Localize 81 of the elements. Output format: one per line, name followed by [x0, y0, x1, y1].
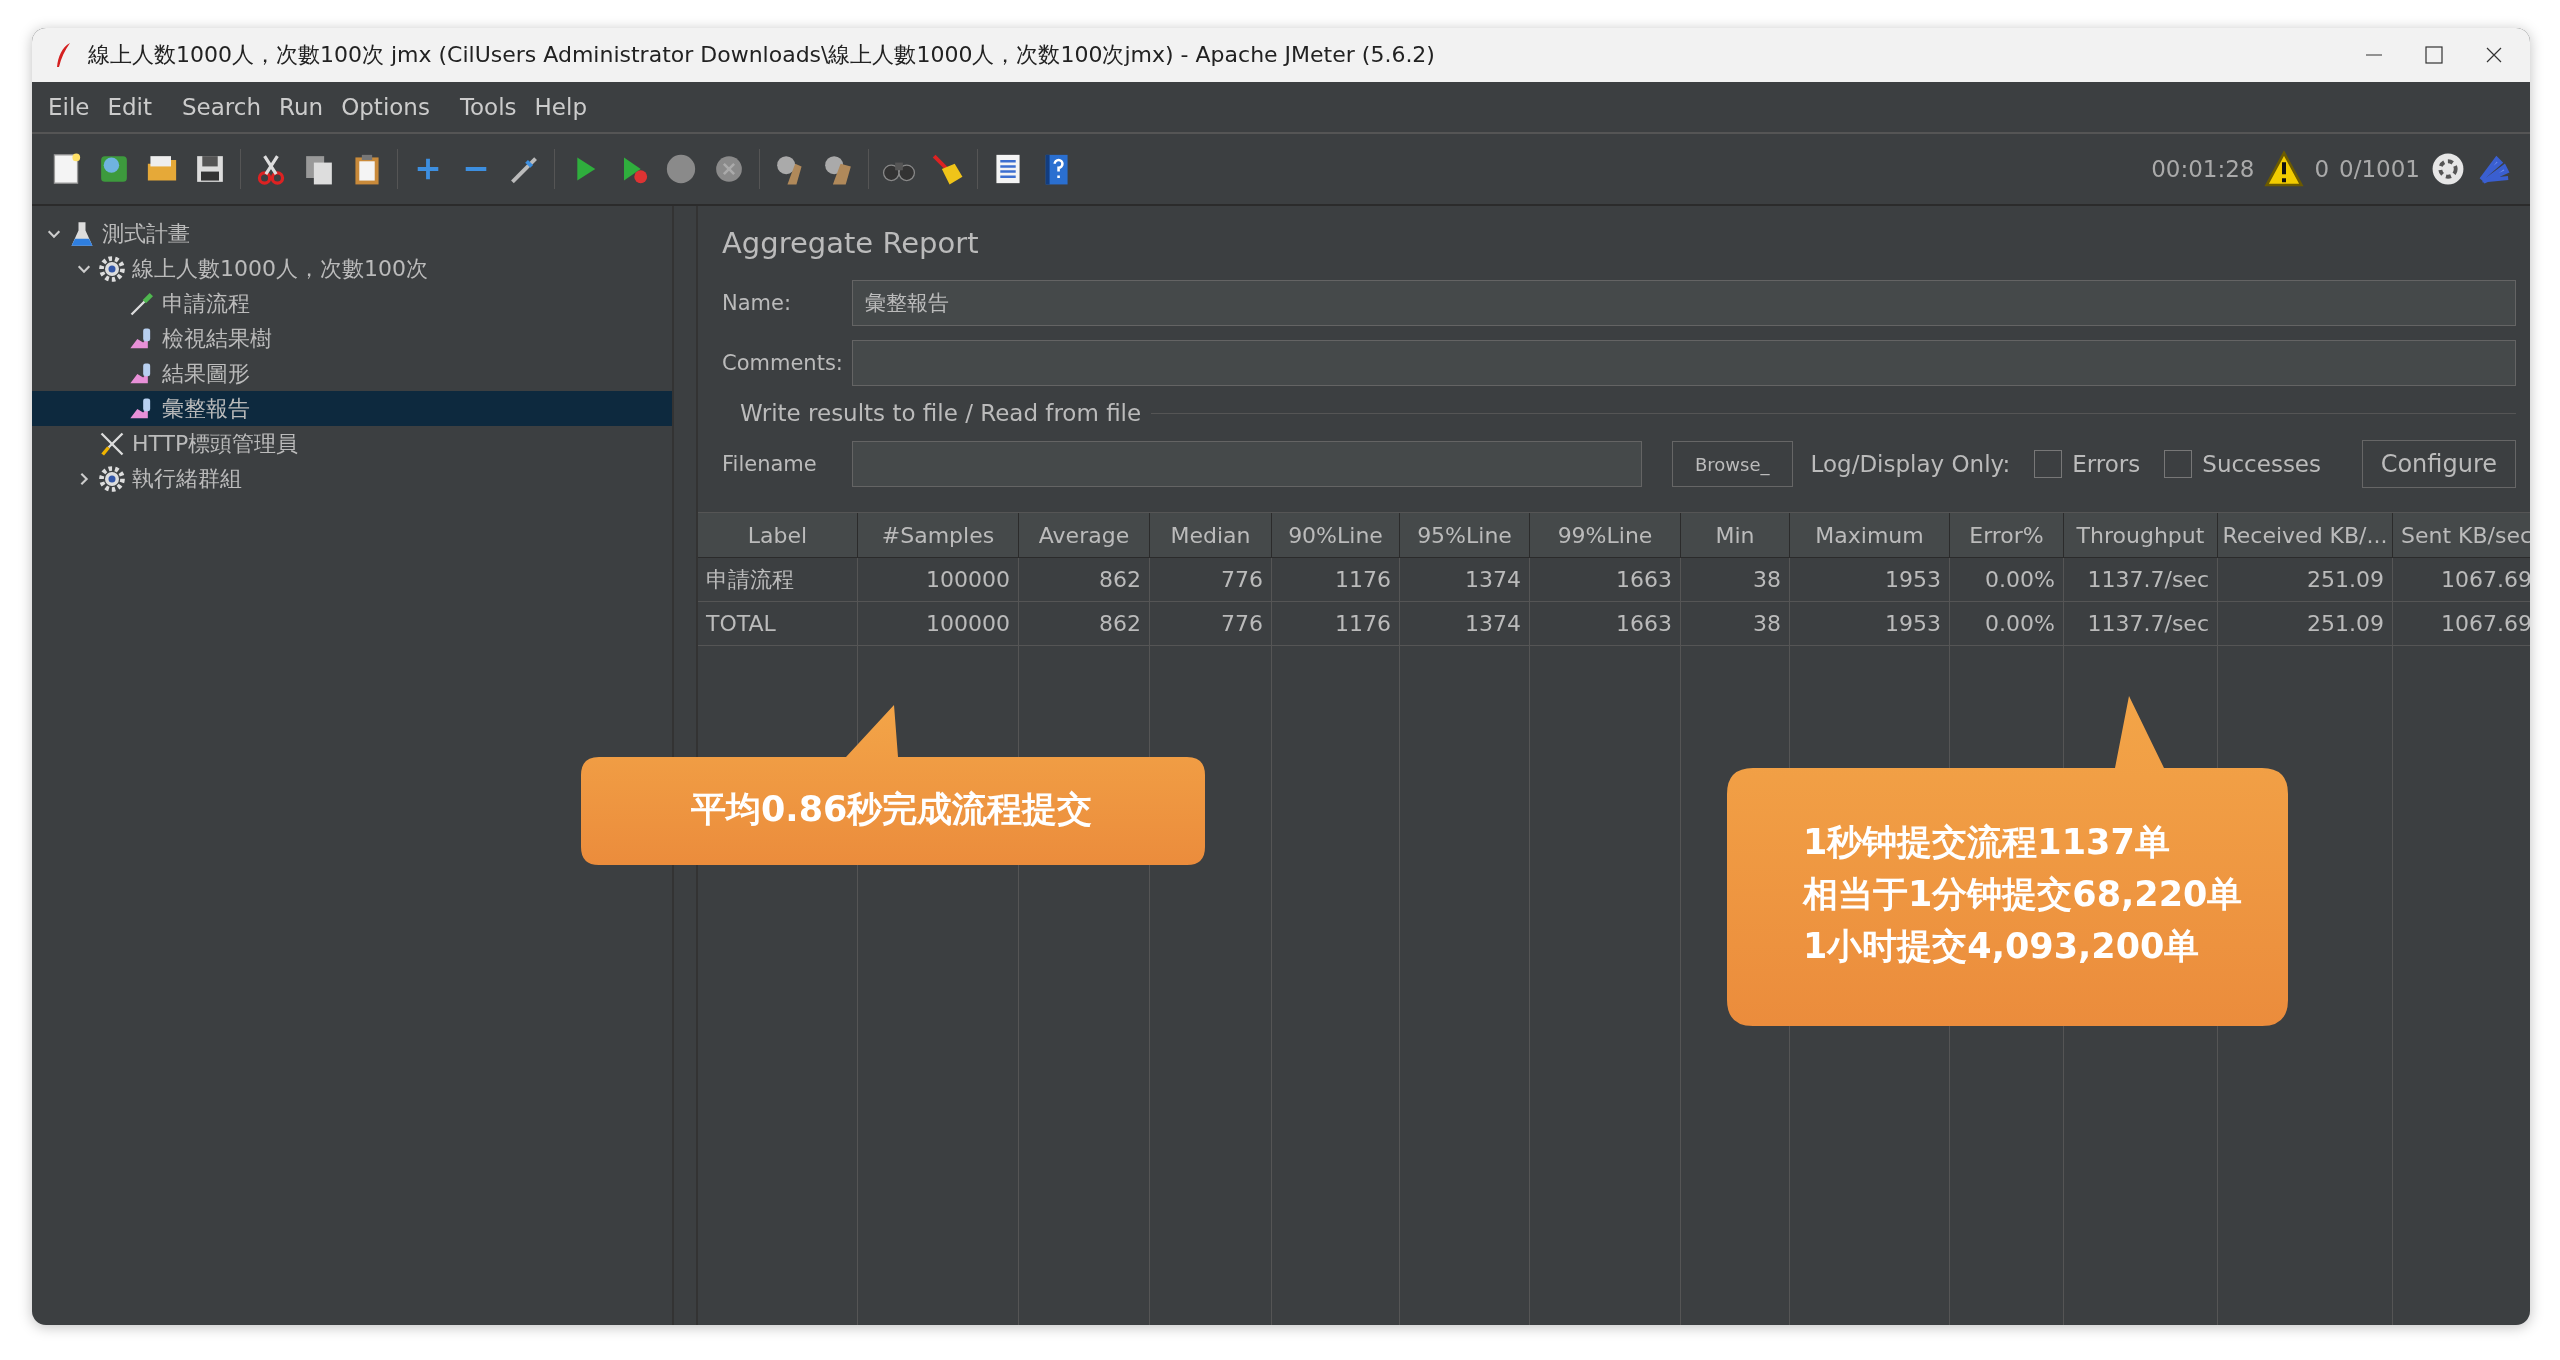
tree-item[interactable]: 測式計畫: [32, 216, 672, 251]
gear-icon: [98, 464, 126, 493]
column-header[interactable]: Received KB/...: [2218, 513, 2393, 558]
column-header[interactable]: Sent KB/sec: [2393, 513, 2530, 558]
table-cell: 38: [1681, 602, 1790, 646]
column-header[interactable]: Maximum: [1790, 513, 1950, 558]
log-label: Log/Display Only:: [1810, 451, 2011, 477]
table-cell: TOTAL: [698, 602, 858, 646]
table-cell: 100000: [858, 558, 1019, 602]
warning-count: 0: [2314, 156, 2330, 182]
menu-item[interactable]: Options: [335, 90, 436, 124]
close-button[interactable]: [2484, 45, 2504, 65]
callout-text: 1秒钟提交流程1137单 相当于1分钟提交68,220单 1小时提交4,093,200单: [1803, 821, 2243, 968]
table-cell: 1176: [1272, 558, 1400, 602]
gear-icon: [98, 254, 126, 283]
menu-item[interactable]: Edit: [101, 90, 158, 124]
table-cell: 38: [1681, 558, 1790, 602]
menu-item[interactable]: Run: [273, 90, 330, 124]
field-label: Comments:: [722, 351, 842, 375]
checkbox[interactable]: [2164, 450, 2193, 478]
table-cell: 1137.7/sec: [2064, 602, 2218, 646]
field-label: Name:: [722, 291, 793, 315]
menu-item[interactable]: Search: [176, 90, 268, 124]
tree-item[interactable]: 執行緒群組: [32, 461, 672, 496]
column-header[interactable]: Label: [698, 513, 858, 558]
tree-item[interactable]: 線上人數1000人，次數100次: [32, 251, 672, 286]
table-cell: 1137.7/sec: [2064, 558, 2218, 602]
thread-count: 0/1001: [2339, 156, 2420, 182]
table-cell: 251.09: [2218, 558, 2393, 602]
column-header[interactable]: Median: [1150, 513, 1272, 558]
column-header[interactable]: Min: [1681, 513, 1790, 558]
column-header[interactable]: 95%Line: [1400, 513, 1530, 558]
table-cell: 1374: [1400, 602, 1530, 646]
window-title: 線上人数1000人，次數100次 jmx (CilUsers Administrator Downloads\線上人數1000人，次数100次jmx) - Apache JMeter (5.6.2): [88, 41, 1435, 69]
table-cell: 776: [1150, 558, 1272, 602]
checkbox[interactable]: [2034, 450, 2063, 478]
name-field[interactable]: 彙整報告: [852, 280, 2516, 326]
table-cell: 1067.69: [2393, 602, 2530, 646]
checkbox-label[interactable]: Successes: [2202, 451, 2321, 477]
menu-item[interactable]: Help: [528, 90, 593, 124]
checkbox-label[interactable]: Errors: [2072, 451, 2141, 477]
tree-item[interactable]: HTTP標頭管理員: [32, 426, 672, 461]
column-header[interactable]: 99%Line: [1530, 513, 1681, 558]
table-cell: 申請流程: [698, 558, 858, 602]
menu-item[interactable]: Eile: [42, 90, 96, 124]
table-cell: 1953: [1790, 558, 1950, 602]
table-cell: 862: [1019, 558, 1150, 602]
column-header[interactable]: 90%Line: [1272, 513, 1400, 558]
configure-button[interactable]: Configure: [2361, 440, 2516, 488]
tree-item[interactable]: 結果圖形: [32, 356, 672, 391]
table-cell: 1953: [1790, 602, 1950, 646]
warning-icon[interactable]: [2264, 150, 2305, 188]
table-cell: 251.09: [2218, 602, 2393, 646]
column-header[interactable]: Throughput: [2064, 513, 2218, 558]
browse-button[interactable]: Browse_: [1672, 441, 1793, 487]
table-cell: 0.00%: [1950, 558, 2064, 602]
table-cell: 100000: [858, 602, 1019, 646]
elapsed-time: 00:01:28: [2151, 156, 2255, 182]
table-cell: 776: [1150, 602, 1272, 646]
table-cell: 1374: [1400, 558, 1530, 602]
table-cell: 1663: [1530, 602, 1681, 646]
comments-field[interactable]: [852, 340, 2516, 386]
tree-item[interactable]: 申請流程: [32, 286, 672, 321]
table-cell: 1176: [1272, 602, 1400, 646]
panel-title: Aggregate Report: [722, 226, 980, 260]
maximize-button[interactable]: [2424, 45, 2444, 65]
menu-item[interactable]: Tools: [453, 90, 523, 124]
remote-icon[interactable]: [2430, 151, 2466, 187]
table-cell: 1067.69: [2393, 558, 2530, 602]
table-cell: 862: [1019, 602, 1150, 646]
table-cell: 1663: [1530, 558, 1681, 602]
filename-field[interactable]: [852, 441, 1642, 487]
callout-text: 平均0.86秒完成流程提交: [691, 788, 1093, 831]
field-label: Filename: [722, 452, 818, 476]
tree-item[interactable]: 彙整報告: [32, 391, 672, 426]
column-header[interactable]: #Samples: [858, 513, 1019, 558]
tree-item[interactable]: 檢視結果樹: [32, 321, 672, 356]
table-cell: 0.00%: [1950, 602, 2064, 646]
section-title: Write results to file / Read from file: [740, 400, 1142, 426]
column-header[interactable]: Average: [1019, 513, 1150, 558]
column-header[interactable]: Error%: [1950, 513, 2064, 558]
